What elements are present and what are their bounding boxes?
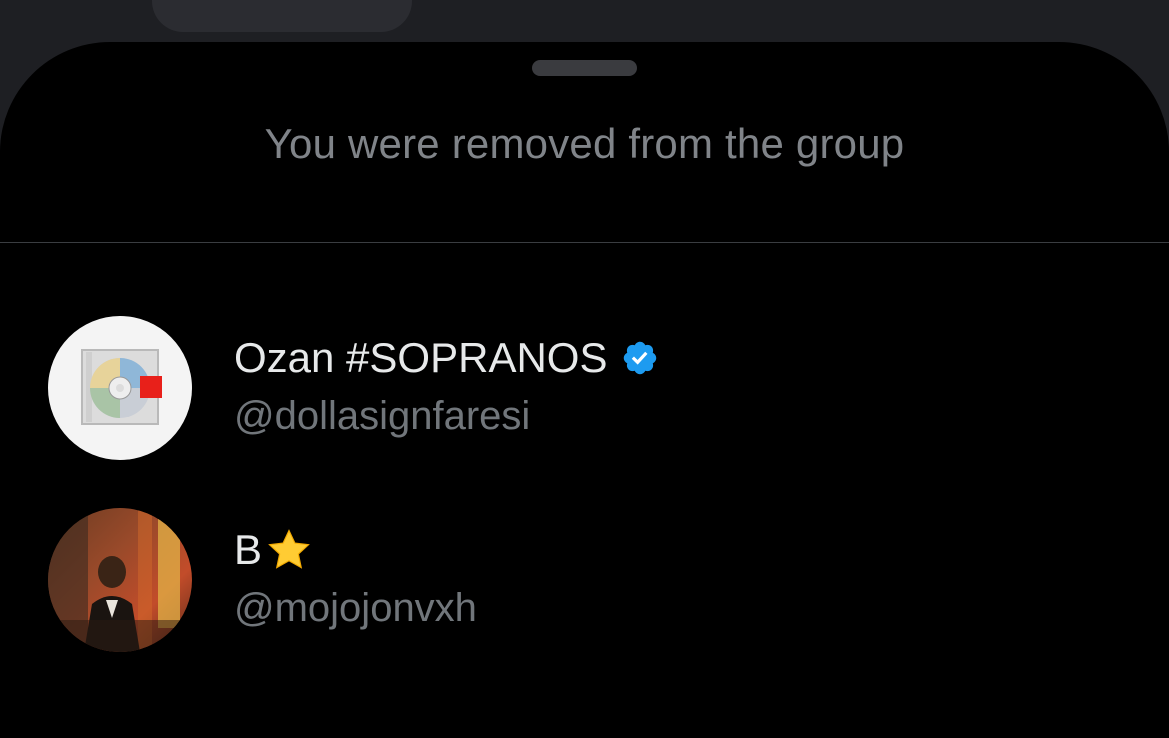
- verified-badge-icon: [621, 339, 659, 377]
- display-name: Ozan #SOPRANOS: [234, 334, 608, 381]
- divider: [0, 242, 1169, 243]
- sheet-grabber-handle[interactable]: [532, 60, 637, 76]
- backdrop-pill: [152, 0, 412, 32]
- name-row: B: [234, 524, 312, 576]
- photo-avatar: [48, 508, 192, 652]
- name-row: Ozan #SOPRANOS: [234, 332, 659, 384]
- handle: @mojojonvxh: [234, 586, 477, 630]
- handle: @dollasignfaresi: [234, 394, 531, 438]
- bottom-sheet: You were removed from the group Ozan #SO…: [0, 42, 1169, 738]
- member-row[interactable]: B @mojojonvxh: [0, 506, 1169, 656]
- display-name: B: [234, 526, 263, 573]
- star-icon: [266, 527, 312, 573]
- avatar[interactable]: [48, 508, 192, 652]
- album-cover-avatar: [48, 316, 192, 460]
- avatar[interactable]: [48, 316, 192, 460]
- sheet-title: You were removed from the group: [264, 120, 905, 167]
- member-row[interactable]: Ozan #SOPRANOS @dollasignfaresi: [0, 314, 1169, 464]
